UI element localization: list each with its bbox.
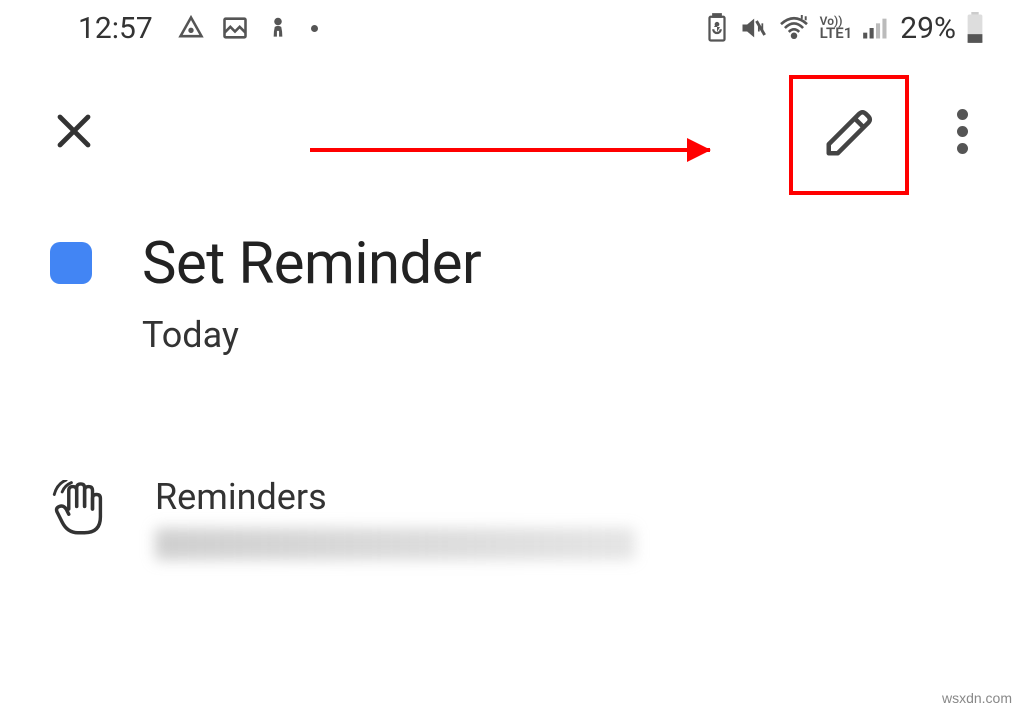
notification-dot-icon: [311, 25, 318, 32]
dot-icon: [957, 109, 968, 120]
dot-icon: [957, 126, 968, 137]
image-icon: [221, 14, 249, 42]
status-bar: 12:57: [0, 0, 1024, 56]
action-right: [789, 71, 976, 191]
content-area: Set Reminder Today Reminders: [0, 230, 1024, 560]
triangle-warning-icon: [177, 14, 205, 42]
reminder-info: Set Reminder Today: [142, 230, 974, 356]
action-bar: [0, 56, 1024, 206]
person-icon: [265, 14, 291, 42]
section-label: Reminders: [155, 476, 974, 518]
wifi-icon: [778, 15, 810, 41]
network-type-label: Vo)) LTE1: [820, 16, 853, 40]
signal-icon: [862, 15, 890, 41]
status-left: 12:57: [78, 11, 318, 46]
reminder-header: Set Reminder Today: [50, 230, 974, 356]
section-info: Reminders: [155, 476, 974, 560]
status-time: 12:57: [78, 11, 153, 46]
reminder-title: Set Reminder: [142, 230, 974, 298]
dot-icon: [957, 143, 968, 154]
account-email-blurred: [155, 528, 635, 560]
pencil-icon: [822, 106, 876, 164]
close-button[interactable]: [50, 107, 98, 155]
edit-button[interactable]: [789, 75, 909, 195]
battery-percent: 29%: [900, 11, 956, 46]
battery-saver-icon: [706, 13, 728, 43]
status-right: Vo)) LTE1 29%: [706, 11, 984, 46]
battery-icon: [966, 12, 984, 44]
reminder-date: Today: [142, 314, 974, 356]
watermark: wsxdn.com: [942, 690, 1012, 706]
arrow-annotation: [310, 148, 710, 152]
mute-vibrate-icon: [738, 14, 768, 42]
arrow-head-icon: [687, 138, 711, 162]
calendar-color-indicator: [50, 242, 92, 284]
reminder-hand-icon: [50, 480, 105, 538]
reminders-section: Reminders: [50, 476, 974, 560]
more-options-button[interactable]: [949, 101, 976, 162]
